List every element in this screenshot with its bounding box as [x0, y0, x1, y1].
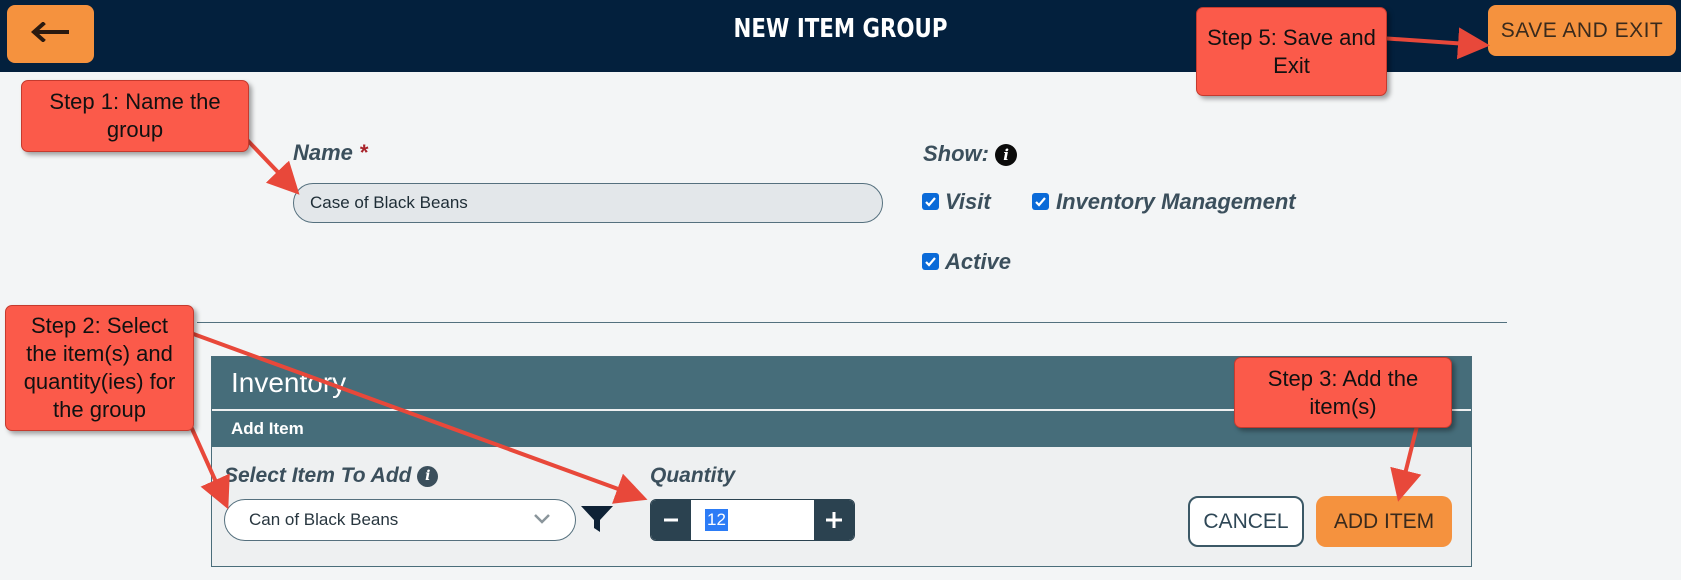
callout-step3: Step 3: Add the item(s) [1234, 357, 1452, 428]
annotation-arrows [178, 27, 1490, 510]
callout-step5: Step 5: Save and Exit [1196, 7, 1387, 96]
callout-step1: Step 1: Name the group [21, 80, 249, 152]
arrow-step2-quantity [187, 330, 648, 504]
arrow-step5 [1379, 27, 1490, 60]
arrow-step3 [1390, 421, 1422, 502]
callout-step2: Step 2: Select the item(s) and quantity(… [5, 305, 194, 431]
